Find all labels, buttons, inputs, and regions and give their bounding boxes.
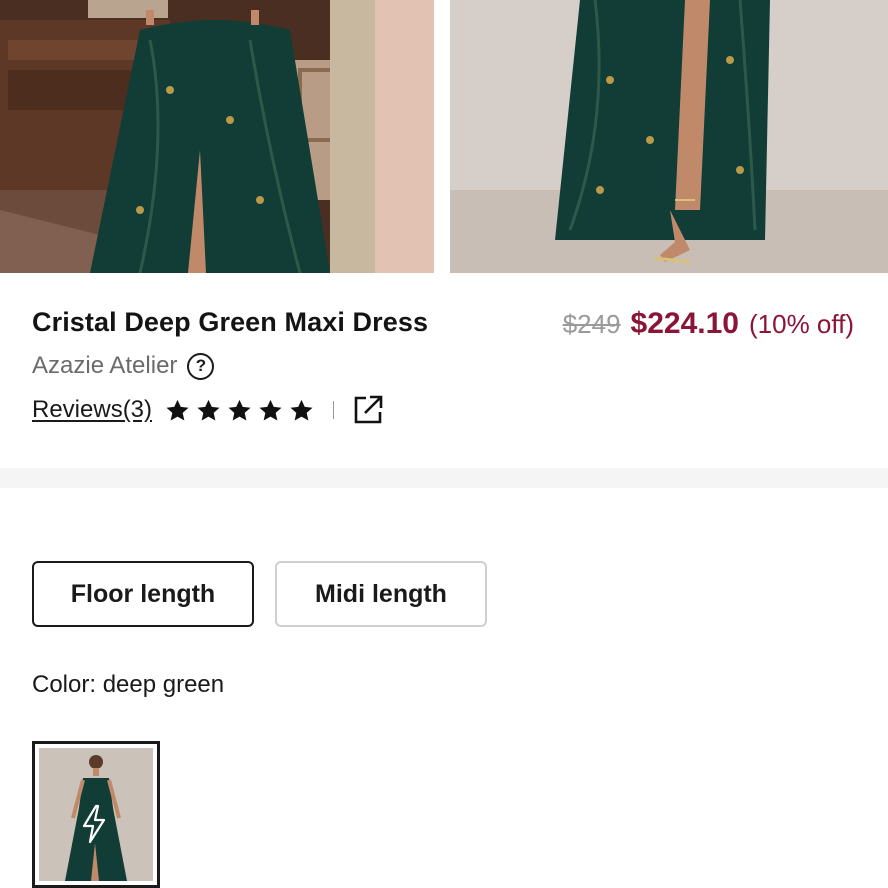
- help-circle-icon[interactable]: ?: [187, 352, 215, 380]
- lightning-bolt-icon: [82, 804, 106, 844]
- star-icon: [166, 399, 189, 421]
- divider: [333, 401, 335, 419]
- length-option-floor[interactable]: Floor length: [32, 561, 254, 627]
- reviews-row: Reviews(3): [32, 394, 384, 426]
- price-row: $249 $224.10 (10% off): [563, 307, 854, 341]
- length-option-midi[interactable]: Midi length: [275, 561, 487, 627]
- sale-price: $224.10: [630, 307, 739, 340]
- discount-label: (10% off): [748, 309, 854, 339]
- external-link-icon[interactable]: [352, 394, 384, 426]
- star-icon: [259, 399, 282, 421]
- star-icon: [228, 399, 251, 421]
- swatch-thumbnail: [39, 748, 153, 881]
- star-icon: [197, 399, 220, 421]
- product-photo-1[interactable]: [0, 0, 434, 273]
- reviews-link[interactable]: Reviews(3): [32, 396, 152, 424]
- product-title: Cristal Deep Green Maxi Dress: [32, 307, 429, 337]
- color-swatch-deep-green[interactable]: [32, 741, 160, 888]
- rating-stars: [164, 397, 315, 424]
- product-photo-1-art: [0, 0, 434, 273]
- brand-name: Azazie Atelier: [32, 352, 178, 379]
- brand-row: Azazie Atelier ?: [32, 352, 215, 380]
- color-label: Color: deep green: [32, 671, 225, 698]
- product-info: Cristal Deep Green Maxi Dress $249 $224.…: [0, 273, 888, 468]
- product-gallery: [0, 0, 888, 273]
- star-icon: [290, 399, 313, 421]
- section-divider: [0, 468, 888, 488]
- length-selector: Floor length Midi length: [32, 561, 487, 627]
- product-photo-2[interactable]: [450, 0, 888, 273]
- original-price: $249: [562, 309, 621, 339]
- product-photo-2-art: [450, 0, 888, 273]
